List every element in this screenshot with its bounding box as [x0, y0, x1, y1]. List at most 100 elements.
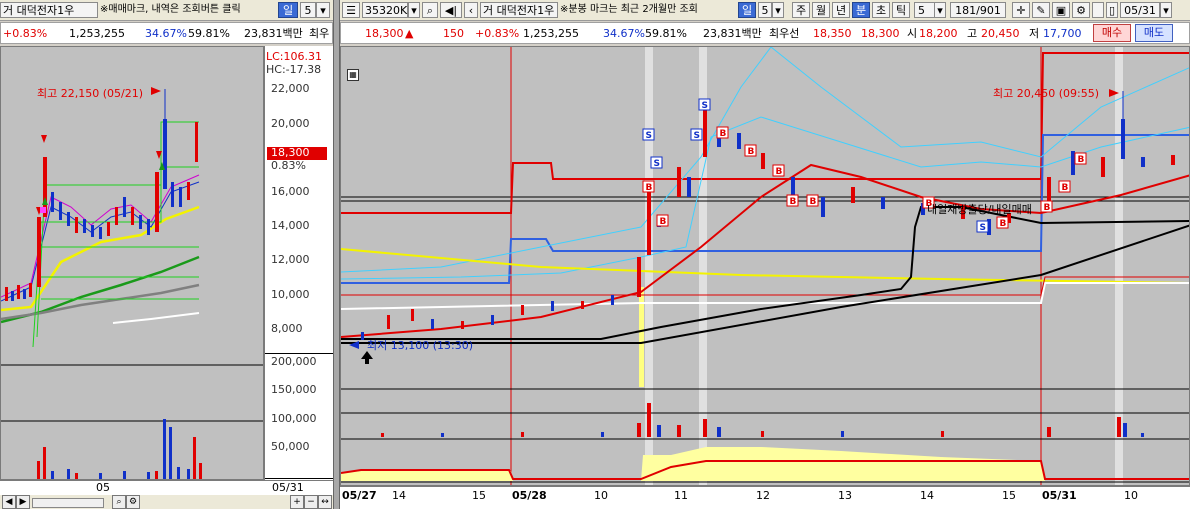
- doc-icon: ▯: [1108, 4, 1116, 17]
- save-icon: ▣: [1055, 4, 1067, 17]
- left-volume-tick: 100,000: [271, 412, 317, 425]
- tool-button-5[interactable]: ▯: [1106, 2, 1118, 18]
- scroll-right-icon: ▶: [19, 497, 27, 507]
- left-period-num[interactable]: 5: [300, 2, 316, 18]
- candle: [1121, 119, 1125, 159]
- left-candle: [107, 222, 110, 236]
- zoom-button[interactable]: ⌕: [112, 495, 126, 509]
- left-chart-panel[interactable]: 최고 22,150 (05/21): [0, 46, 264, 480]
- candle: [581, 301, 584, 309]
- chart-menu-icon[interactable]: ▦: [347, 69, 359, 81]
- tab-minute[interactable]: 분: [852, 2, 870, 18]
- vol-bar: [1117, 417, 1121, 437]
- arrow-down-icon: [41, 135, 47, 143]
- interval-dropdown[interactable]: ▾: [934, 2, 946, 18]
- tool-button-4[interactable]: ⚙: [1072, 2, 1090, 18]
- menu-icon: ☰: [346, 4, 356, 17]
- right-amount: 23,831백만: [703, 27, 762, 40]
- left-volume-tick: 50,000: [271, 440, 310, 453]
- left-candle: [187, 182, 190, 200]
- red-line-2: [341, 276, 1189, 296]
- buy-signal-icon: B: [1040, 200, 1053, 213]
- left-vol-bar: [163, 419, 166, 479]
- search-button[interactable]: ⌕: [422, 2, 438, 18]
- left-mark-note: ※매매마크, 내역은 조회버튼 클릭: [100, 4, 241, 15]
- right-low-label: 저: [1029, 27, 1040, 40]
- prev-button[interactable]: ‹: [464, 2, 478, 18]
- left-period-button[interactable]: 일: [278, 2, 298, 18]
- tab-year[interactable]: 년: [832, 2, 850, 18]
- left-markers: [36, 87, 165, 215]
- window-splitter[interactable]: [333, 0, 340, 509]
- right-change: +0.83%: [475, 27, 520, 40]
- tab-second[interactable]: 초: [872, 2, 890, 18]
- tab-tick[interactable]: 틱: [892, 2, 910, 18]
- vol-bar: [941, 431, 944, 437]
- left-scrollbar[interactable]: [32, 498, 104, 508]
- vol-bar: [637, 423, 641, 437]
- right-high-label: 고: [967, 27, 978, 40]
- sell-signal-icon: S: [642, 128, 655, 141]
- scroll-right-button[interactable]: ▶: [16, 495, 30, 509]
- x-label: 12: [756, 489, 770, 502]
- right-period-button[interactable]: 일: [738, 2, 756, 18]
- right-ask: 18,350: [813, 27, 852, 40]
- tool-button-3[interactable]: ▣: [1052, 2, 1070, 18]
- tool-button-2[interactable]: ✎: [1032, 2, 1050, 18]
- right-mark-note: ※분봉 마크는 최근 2개월만 조회: [560, 4, 698, 15]
- left-quote-bar: +0.83% 1,253,255 34.67% 59.81% 23,831백만 …: [0, 22, 333, 44]
- zoom-out-button[interactable]: −: [304, 495, 318, 509]
- right-period-num[interactable]: 5: [758, 2, 772, 18]
- left-vol-bar: [51, 471, 54, 479]
- sound-button[interactable]: ◀|: [440, 2, 462, 18]
- candle: [687, 177, 691, 197]
- right-high-annotation: 최고 20,450 (09:55): [993, 87, 1100, 100]
- left-code-box[interactable]: 거 대덕전자1우: [0, 2, 98, 18]
- checkbox[interactable]: [1092, 2, 1104, 18]
- left-vol-bar: [37, 461, 40, 479]
- scroll-left-button[interactable]: ◀: [2, 495, 16, 509]
- code-dropdown[interactable]: ▾: [408, 2, 420, 18]
- sell-button[interactable]: 매도: [1135, 24, 1173, 42]
- candle: [1141, 157, 1145, 167]
- left-candle: [195, 122, 198, 162]
- sell-signal-icon: S: [650, 156, 663, 169]
- left-axis-separator: [265, 353, 334, 354]
- right-name-box[interactable]: 거 대덕전자1우: [480, 2, 558, 18]
- fit-button[interactable]: ↔: [318, 495, 332, 509]
- svg-text:S: S: [654, 159, 660, 169]
- code-input[interactable]: 35320K: [362, 2, 408, 18]
- right-chart-panel[interactable]: S S S S S B B B B B B B B B B B B ▦ 최고 2…: [340, 46, 1190, 486]
- crosshair-icon: ✛: [1016, 4, 1026, 17]
- search-icon: ⌕: [426, 4, 434, 17]
- chevron-down-icon: ▾: [320, 4, 326, 17]
- tab-month[interactable]: 월: [812, 2, 830, 18]
- x-label-date: 05/28: [512, 489, 547, 502]
- buy-signal-icon: B: [996, 216, 1009, 229]
- buy-button[interactable]: 매수: [1093, 24, 1131, 42]
- left-period-dropdown[interactable]: ▾: [316, 2, 330, 18]
- candle: [881, 197, 885, 209]
- x-label: 10: [1124, 489, 1138, 502]
- left-vol-bar: [177, 467, 180, 479]
- left-candle: [29, 283, 32, 297]
- vol-bar: [521, 432, 524, 437]
- date-dropdown[interactable]: ▾: [1160, 2, 1172, 18]
- zoom-in-button[interactable]: +: [290, 495, 304, 509]
- arrow-right-icon: [151, 87, 161, 95]
- left-vol-bar: [193, 437, 196, 479]
- left-chart-svg: [1, 87, 263, 479]
- left-candle: [11, 291, 14, 301]
- left-price-tick: 22,000: [271, 82, 310, 95]
- date-input[interactable]: 05/31: [1120, 2, 1160, 18]
- svg-text:B: B: [660, 217, 667, 227]
- vol-bar: [381, 433, 384, 437]
- tool-button-1[interactable]: ✛: [1012, 2, 1030, 18]
- candle: [647, 185, 651, 255]
- tab-week[interactable]: 주: [792, 2, 810, 18]
- x-label: 13: [838, 489, 852, 502]
- settings-button[interactable]: ⚙: [126, 495, 140, 509]
- vol-bar: [703, 419, 707, 437]
- menu-button[interactable]: ☰: [342, 2, 360, 18]
- right-period-dropdown[interactable]: ▾: [772, 2, 784, 18]
